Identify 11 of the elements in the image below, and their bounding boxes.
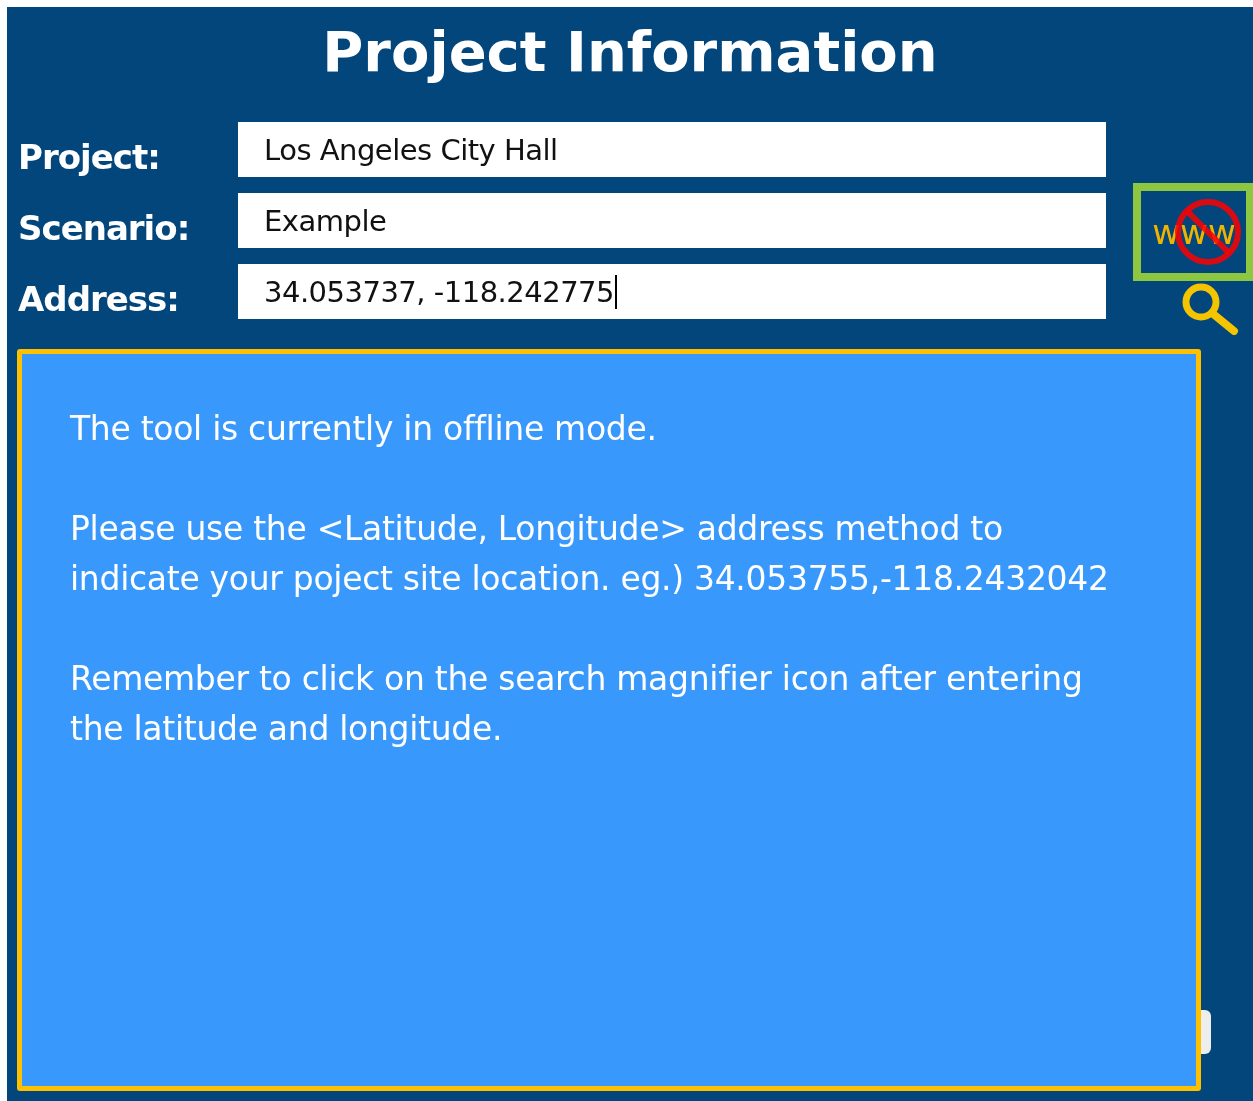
scroll-handle[interactable] — [1201, 1010, 1211, 1054]
input-field[interactable]: 34.053737, -118.242775 — [238, 264, 1106, 319]
field-label: Address: — [18, 279, 180, 319]
input-field[interactable]: Example — [238, 193, 1106, 248]
message-text: Please use the <Latitude, Longitude> address method to indicate your poject site location. eg.) 34.053755,-118.2432042 — [70, 508, 1110, 600]
window-title: Project Information — [321, 18, 939, 86]
field-label: Scenario: — [18, 208, 191, 248]
input-field[interactable]: Los Angeles City Hall — [238, 122, 1106, 177]
message-text: The tool is currently in offline mode. — [70, 408, 658, 450]
message-text: Remember to click on the search magnifier icon after entering the latitude and longitude. — [70, 658, 1084, 750]
field-label: Project: — [18, 137, 161, 177]
